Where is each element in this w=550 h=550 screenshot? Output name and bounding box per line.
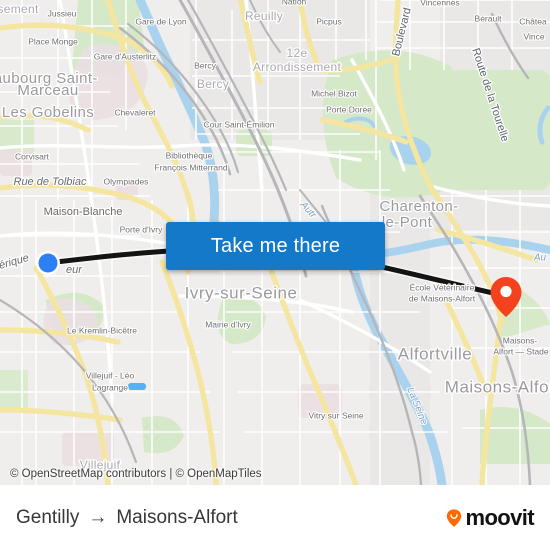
footer-bar: Gentilly → Maisons-Alfort moovit (0, 485, 550, 550)
screen: sement Jussieu Gare de Lyon Reuilly Nation Pi… (0, 0, 550, 550)
map-label: Charenton- (379, 198, 458, 215)
map-label: Porte d'Ivry (120, 224, 163, 234)
map-label: Corvisart (15, 151, 50, 161)
map-label: Vince (523, 31, 544, 41)
map-label: Gare d'Austerlitz (94, 51, 157, 61)
map-label: Olympiades (104, 176, 149, 186)
map-label: Rue de Tolbiac (14, 176, 87, 188)
map-label: Châtea (519, 16, 547, 26)
moovit-logo[interactable]: moovit (444, 504, 535, 531)
route-destination-label: Maisons-Alfort (116, 506, 238, 528)
map-label: Lagrange (92, 382, 128, 392)
map-label: Vincennes (420, 0, 460, 7)
map-label: Nation (282, 0, 307, 6)
map-label: Chevaleret (114, 107, 156, 117)
map-label: eur (66, 264, 83, 276)
map-label: Maison-Blanche (44, 206, 123, 218)
origin-marker[interactable] (36, 251, 60, 275)
map-label: Jussieu (48, 8, 77, 18)
moovit-wordmark: moovit (465, 504, 534, 530)
map-label: Villejuif - Léo (86, 370, 135, 380)
map-attribution: © OpenStreetMap contributors | © OpenMap… (0, 462, 550, 485)
map-label: François Mitterrand (154, 162, 227, 172)
moovit-pin-icon (447, 508, 462, 527)
map-label: sement (0, 2, 39, 16)
map-label: Maisons- (503, 335, 538, 345)
map-label: Les Gobelins (2, 104, 94, 121)
map-label: Mairie d'Ivry (205, 319, 251, 329)
map-label: le-Pont (382, 214, 433, 231)
map-label: Cour Saint-Émilion (204, 119, 275, 129)
map-label: Bérault (475, 13, 503, 23)
take-me-there-button[interactable]: Take me there (166, 222, 385, 270)
route-origin-label: Gentilly (16, 506, 80, 528)
map-canvas[interactable]: sement Jussieu Gare de Lyon Reuilly Nation Pi… (0, 0, 550, 485)
route-arrow-icon: → (88, 506, 108, 528)
map-label: Arrondissement (253, 60, 342, 74)
map-label: Picpus (316, 16, 342, 26)
map-label: Maisons-Alfor (445, 377, 550, 396)
map-label: Ivry-sur-Seine (185, 283, 298, 302)
map-label: Porte Dorée (326, 104, 372, 114)
map-label: Bercy (194, 60, 216, 70)
map-label: Au (533, 253, 547, 264)
map-label: Alfort — Stade (493, 346, 549, 356)
map-label: Alfortville (398, 344, 472, 363)
map-label: Le Kremlin-Bicêtre (67, 325, 137, 335)
map-attribution-text: © OpenStreetMap contributors | © OpenMap… (10, 467, 262, 480)
map-label: de Maisons-Alfort (409, 293, 476, 303)
map-label: 12e (287, 46, 308, 60)
map-label: Vitry sur Seine (308, 410, 363, 420)
map-label: Gare de Lyon (135, 16, 186, 26)
map-label: Reuilly (245, 9, 283, 23)
map-label: Place Monge (28, 36, 78, 46)
map-label: Marceau (17, 82, 78, 99)
map-label: École Vétérinaire (410, 282, 475, 292)
route-summary: Gentilly → Maisons-Alfort (16, 507, 238, 529)
map-label: Michel Bizot (311, 88, 357, 98)
take-me-there-label: Take me there (210, 234, 341, 257)
map-label: Bercy (197, 77, 229, 91)
map-label: Bibliothèque (166, 150, 213, 160)
